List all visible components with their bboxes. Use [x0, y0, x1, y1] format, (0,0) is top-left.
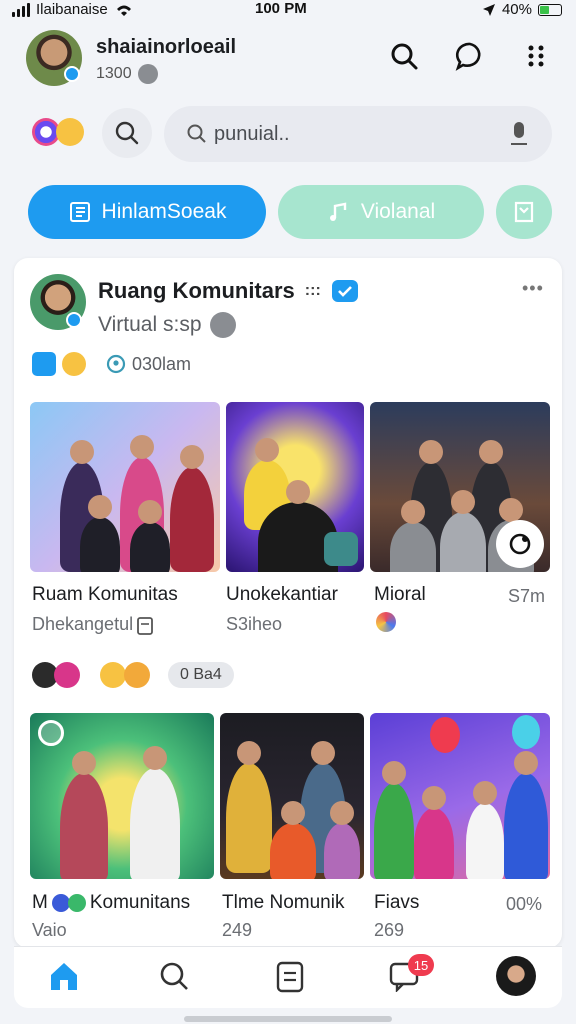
search-icon[interactable] — [386, 38, 422, 74]
tab-activity[interactable] — [268, 954, 312, 998]
post-title[interactable]: Fiavs — [374, 892, 419, 914]
community-subtitle-text: Virtual s:sp — [98, 313, 202, 336]
community-title-dots: ::: — [304, 282, 321, 299]
post-subtitle: Vaio — [32, 920, 67, 940]
profile-name: shaiainorloeail — [96, 36, 237, 58]
video-badge-icon — [32, 352, 56, 376]
post-duration: S7m — [508, 586, 546, 606]
post-subtitle: S3iheo — [226, 614, 283, 634]
secondary-action-label: Violanal — [360, 200, 436, 223]
search-icon — [160, 962, 188, 990]
post-thumbnail[interactable] — [370, 713, 550, 879]
status-bar: Ilaibanaise 100 PM 40% — [0, 0, 576, 22]
flag-button[interactable] — [496, 185, 552, 239]
search-icon — [187, 124, 206, 143]
tab-home[interactable] — [42, 954, 86, 998]
clipboard-icon — [276, 961, 304, 993]
home-icon — [51, 963, 77, 990]
location-pin-icon — [106, 354, 126, 374]
more-vertical-icon[interactable] — [518, 38, 554, 74]
search-button[interactable] — [102, 108, 152, 158]
post-percentage: 00% — [506, 894, 543, 914]
group-icon — [137, 64, 158, 84]
laugh-emoji-icon — [124, 662, 150, 688]
music-note-icon — [329, 202, 347, 221]
microphone-icon[interactable] — [508, 120, 530, 148]
profile-subtitle: 1300 — [96, 64, 158, 84]
post-title-prefix: M — [32, 892, 48, 913]
community-subtitle: Virtual s:sp — [98, 312, 236, 338]
post-thumbnail[interactable] — [220, 713, 364, 879]
home-indicator[interactable] — [184, 1016, 392, 1022]
community-title-text: Ruang Komunitars — [98, 278, 295, 303]
status-time: 100 PM — [255, 0, 307, 17]
post-title-text: Komunitans — [89, 892, 191, 913]
calendar-icon — [137, 616, 153, 635]
chat-bubble-icon[interactable] — [452, 38, 488, 74]
post-title[interactable]: M Komunitans — [32, 892, 190, 914]
flag-icon — [514, 201, 534, 223]
search-icon — [115, 121, 139, 145]
search-input[interactable]: punuial.. — [164, 106, 552, 162]
post-subtitle-text: Dhekangetul — [32, 614, 134, 634]
status-right: 40% — [482, 1, 562, 18]
like-emoji-icon — [100, 662, 126, 688]
refresh-icon[interactable] — [496, 520, 544, 568]
story-reactions[interactable] — [32, 118, 84, 146]
verified-badge-icon — [66, 312, 82, 328]
verified-badge-icon — [64, 66, 80, 82]
carrier-label: Ilaibanaise — [36, 1, 108, 18]
battery-icon — [538, 3, 562, 16]
check-icon — [67, 894, 86, 912]
location-icon — [482, 3, 495, 16]
post-subtitle: Dhekangetul — [32, 614, 153, 635]
profile-subtitle-text: 1300 — [96, 65, 132, 82]
more-horizontal-icon[interactable]: ••• — [522, 278, 544, 299]
post-title[interactable]: Tlme Nomunik — [222, 892, 344, 914]
signal-icon — [12, 2, 30, 17]
check-circle-icon — [38, 720, 64, 746]
card-meta-time: 030lam — [132, 353, 192, 374]
notification-badge: 15 — [408, 954, 434, 976]
book-icon — [69, 202, 90, 222]
carrier: Ilaibanaise — [12, 1, 134, 18]
profile-avatar — [496, 956, 536, 996]
post-subtitle: 249 — [222, 920, 253, 940]
smile-emoji-icon — [62, 352, 86, 376]
secondary-action-button[interactable]: Violanal — [278, 185, 484, 239]
primary-action-label: HinlamSoeak — [101, 200, 227, 223]
reaction-summary[interactable]: 0 Ba4 — [32, 662, 234, 688]
smile-emoji-icon — [56, 118, 84, 146]
community-title[interactable]: Ruang Komunitars ::: — [98, 278, 359, 304]
battery-percent: 40% — [501, 1, 532, 18]
group-icon — [209, 312, 236, 338]
card-meta: 030lam — [32, 352, 191, 376]
verified-check-icon — [331, 280, 358, 302]
search-placeholder: punuial.. — [214, 122, 290, 145]
header-actions — [386, 38, 554, 74]
wifi-icon — [116, 5, 131, 16]
post-title[interactable]: Ruam Komunitas — [32, 584, 178, 606]
reaction-count: 0 Ba4 — [168, 662, 234, 688]
post-title[interactable]: Unokekantiar — [226, 584, 338, 606]
post-thumbnail[interactable] — [30, 402, 220, 572]
tab-profile[interactable] — [494, 954, 538, 998]
primary-action-button[interactable]: HinlamSoeak — [28, 185, 266, 239]
globe-icon — [376, 612, 396, 632]
post-thumbnail[interactable] — [226, 402, 364, 572]
heart-icon — [54, 662, 80, 688]
tab-search[interactable] — [152, 954, 196, 998]
post-title[interactable]: Mioral — [374, 584, 426, 606]
post-subtitle: 269 — [374, 920, 405, 940]
